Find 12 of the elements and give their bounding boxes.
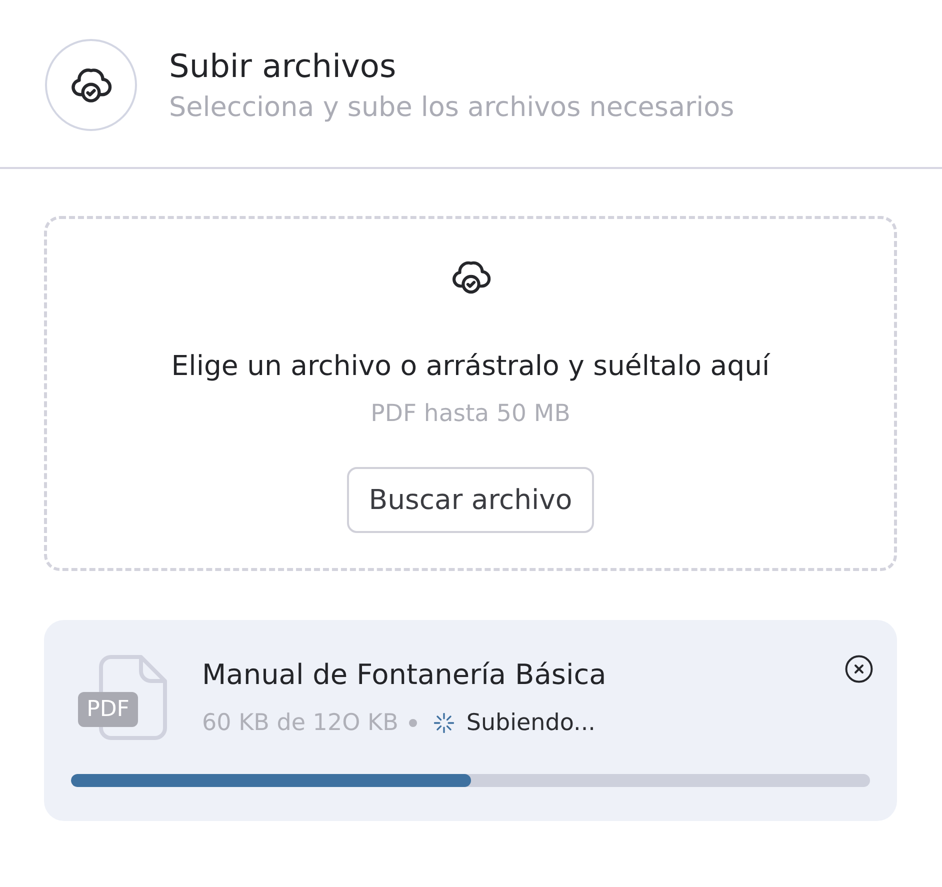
file-limit-hint: PDF hasta 50 MB	[370, 398, 570, 428]
file-size-text: 60 KB de 12O KB	[202, 709, 398, 737]
header-subtitle: Selecciona y sube los archivos necesarios	[169, 92, 734, 122]
upload-status: Subiendo...	[466, 709, 596, 737]
header-title: Subir archivos	[169, 48, 398, 84]
dropzone-prompt: Elige un archivo o arrástralo y suéltalo aquí	[171, 351, 770, 381]
close-icon[interactable]	[845, 655, 873, 683]
file-type-badge: PDF	[78, 692, 138, 727]
cloud-check-icon	[45, 39, 137, 131]
dot-icon	[409, 719, 418, 727]
browse-file-button[interactable]: Buscar archivo	[346, 467, 594, 533]
file-name: Manual de Fontanería Básica	[202, 657, 608, 693]
